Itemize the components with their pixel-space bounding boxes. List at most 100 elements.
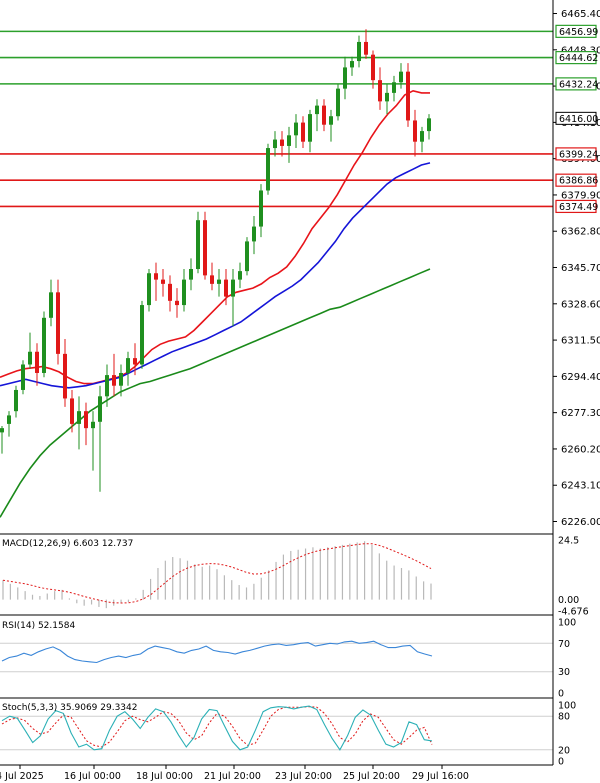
candle-body bbox=[0, 428, 4, 433]
price-tick-label: 6260.20 bbox=[561, 444, 600, 455]
candle-body bbox=[175, 300, 179, 306]
time-tick-label: 29 Jul 16:00 bbox=[412, 771, 469, 782]
support-level-value: 6374.49 bbox=[559, 202, 598, 213]
candle-body bbox=[203, 220, 207, 276]
macd-tick-label: 0.00 bbox=[558, 595, 579, 606]
candle bbox=[245, 237, 249, 276]
candle-body bbox=[189, 269, 193, 280]
candle-body bbox=[392, 82, 396, 93]
candle-body bbox=[147, 273, 151, 306]
candle-body bbox=[77, 411, 81, 424]
resistance-level-value: 6456.99 bbox=[559, 27, 598, 38]
candle-body bbox=[259, 190, 263, 227]
candle bbox=[266, 143, 270, 195]
support-level-value: 6399.24 bbox=[559, 149, 598, 160]
candle bbox=[21, 360, 25, 395]
candle-body bbox=[420, 131, 424, 142]
candle-body bbox=[182, 279, 186, 306]
stochastic-tick-label: 0 bbox=[558, 757, 564, 768]
candle-body bbox=[315, 105, 319, 115]
time-tick-label: 18 Jul 00:00 bbox=[136, 771, 193, 782]
candle-body bbox=[14, 389, 18, 412]
candle-body bbox=[252, 226, 256, 242]
price-tick-label: 6328.60 bbox=[561, 299, 600, 310]
candle-body bbox=[371, 54, 375, 81]
candle-body bbox=[308, 114, 312, 142]
candle-body bbox=[350, 61, 354, 68]
candle-body bbox=[112, 375, 116, 386]
candle-body bbox=[210, 275, 214, 284]
time-tick-label: 25 Jul 20:00 bbox=[343, 771, 400, 782]
candle-body bbox=[273, 139, 277, 149]
candle-body bbox=[28, 351, 32, 365]
candle-body bbox=[294, 122, 298, 136]
candle-body bbox=[385, 92, 389, 102]
time-tick-label: 16 Jul 00:00 bbox=[64, 771, 121, 782]
candle-body bbox=[154, 273, 158, 280]
candle-body bbox=[126, 358, 130, 373]
candle bbox=[42, 311, 46, 378]
stochastic-tick-label: 80 bbox=[558, 712, 570, 723]
resistance-level-value: 6444.62 bbox=[559, 53, 598, 64]
time-tick-label: 14 Jul 2025 bbox=[0, 771, 44, 782]
current-price-value: 6416.00 bbox=[559, 114, 598, 125]
candle-body bbox=[49, 292, 53, 318]
candle-body bbox=[7, 415, 11, 424]
candle-body bbox=[266, 148, 270, 191]
price-tick-label: 6311.50 bbox=[561, 336, 600, 347]
candle-body bbox=[70, 398, 74, 424]
price-tick-label: 6294.40 bbox=[561, 372, 600, 383]
macd-label: MACD(12,26,9) 6.603 12.737 bbox=[2, 539, 133, 549]
candle-body bbox=[427, 118, 431, 132]
candle bbox=[336, 84, 340, 121]
candle-body bbox=[378, 80, 382, 102]
candle-body bbox=[329, 116, 333, 125]
candle-body bbox=[301, 122, 305, 142]
macd-tick-label: -4.676 bbox=[558, 607, 589, 618]
candle-body bbox=[343, 67, 347, 89]
candle-body bbox=[161, 279, 165, 284]
candle-body bbox=[105, 375, 109, 397]
candle-body bbox=[238, 271, 242, 280]
price-tick-label: 6243.10 bbox=[561, 481, 600, 492]
price-tick-label: 6226.00 bbox=[561, 517, 600, 528]
rsi-label: RSI(14) 52.1584 bbox=[2, 621, 75, 631]
candle-body bbox=[399, 71, 403, 83]
chart-background bbox=[0, 0, 600, 783]
candle-body bbox=[63, 353, 67, 399]
candle-body bbox=[133, 358, 137, 365]
price-tick-label: 6465.40 bbox=[561, 9, 600, 20]
candle-body bbox=[91, 421, 95, 429]
candle-body bbox=[287, 135, 291, 146]
candle-body bbox=[42, 317, 46, 373]
rsi-tick-label: 70 bbox=[558, 639, 570, 650]
candle-body bbox=[364, 41, 368, 55]
candle-body bbox=[231, 279, 235, 297]
candle-body bbox=[84, 411, 88, 429]
price-tick-label: 6277.30 bbox=[561, 408, 600, 419]
candle-body bbox=[406, 71, 410, 121]
candle bbox=[406, 63, 410, 127]
candle-body bbox=[280, 139, 284, 146]
candle-body bbox=[35, 351, 39, 373]
rsi-tick-label: 30 bbox=[558, 667, 570, 678]
candle-body bbox=[357, 41, 361, 62]
price-chart: 6465.406448.306431.206414.106397.006379.… bbox=[0, 0, 600, 783]
candle bbox=[203, 211, 207, 280]
time-tick-label: 21 Jul 20:00 bbox=[204, 771, 261, 782]
candle-body bbox=[322, 105, 326, 125]
candle-body bbox=[56, 292, 60, 354]
candle-body bbox=[119, 372, 123, 386]
support-level-value: 6386.86 bbox=[559, 176, 598, 187]
resistance-level-value: 6432.24 bbox=[559, 79, 598, 90]
price-tick-label: 6362.80 bbox=[561, 227, 600, 238]
candle-body bbox=[217, 279, 221, 284]
stochastic-tick-label: 20 bbox=[558, 745, 570, 756]
candle-body bbox=[336, 88, 340, 117]
candle bbox=[140, 300, 144, 369]
candle-body bbox=[245, 241, 249, 272]
candle-body bbox=[224, 279, 228, 297]
level-price-tags: 6456.99 6444.62 6432.24 6399.24 6386.86 6374.… bbox=[555, 24, 598, 214]
time-tick-label: 23 Jul 20:00 bbox=[275, 771, 332, 782]
macd-tick-label: 24.5 bbox=[558, 536, 579, 547]
